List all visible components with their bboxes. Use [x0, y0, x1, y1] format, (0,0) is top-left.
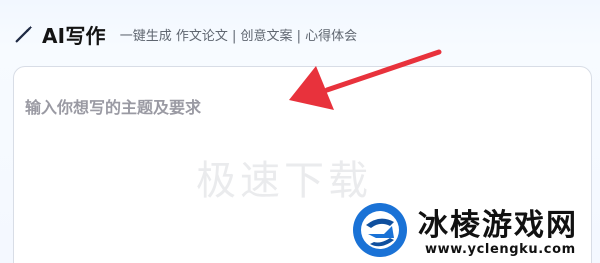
tagline: 一键生成 作文论文 | 创意文案 | 心得体会	[119, 28, 358, 44]
watermark-text: 极速下载	[196, 158, 372, 204]
magic-pen-icon	[12, 22, 36, 46]
app-title: AI写作	[42, 23, 106, 48]
brand-url: www.yclengku.com	[425, 242, 576, 257]
bingleng-logo-icon	[353, 203, 407, 257]
brand-name: 冰棱游戏网	[418, 208, 578, 243]
red-arrow-icon	[289, 49, 442, 110]
